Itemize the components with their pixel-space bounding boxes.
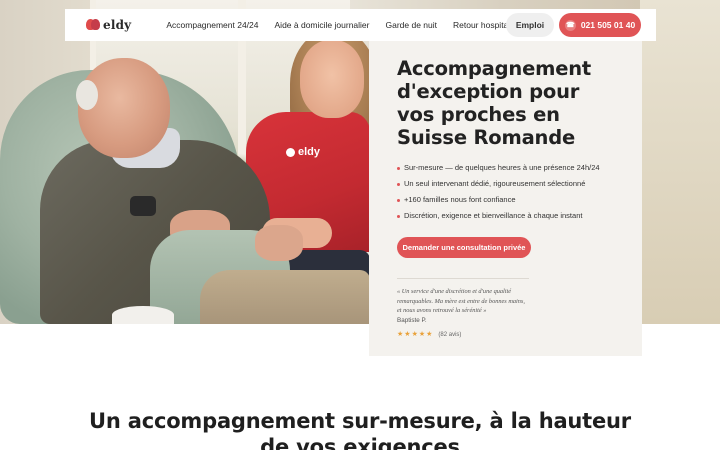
hero-bullets: Sur-mesure — de quelques heures à une pr… bbox=[397, 160, 622, 224]
bullet-dot-icon bbox=[397, 199, 400, 202]
hero-bullet: Discrétion, exigence et bienveillance à … bbox=[397, 208, 622, 224]
star-icon: ★ bbox=[411, 331, 418, 339]
photo-shirt-logo: eldy bbox=[286, 146, 320, 158]
hero-bullet: Un seul intervenant dédié, rigoureusemen… bbox=[397, 176, 622, 192]
photo-wall bbox=[640, 0, 720, 324]
shirt-logo-text: eldy bbox=[298, 146, 321, 158]
star-icon: ★ bbox=[397, 331, 404, 339]
hero-bullet: +160 familles nous font confiance bbox=[397, 192, 622, 208]
rating-stars: ★ ★ ★ ★ ★ bbox=[397, 331, 432, 338]
emploi-button[interactable]: Emploi bbox=[506, 13, 554, 37]
nav-link-aide-domicile[interactable]: Aide à domicile journalier bbox=[275, 20, 370, 30]
hero-bullet: Sur-mesure — de quelques heures à une pr… bbox=[397, 160, 622, 176]
star-icon: ★ bbox=[418, 331, 426, 339]
photo-cup bbox=[112, 306, 174, 324]
photo-caregiver-face bbox=[300, 40, 364, 118]
phone-button[interactable]: ☎ 021 505 01 40 bbox=[559, 13, 641, 37]
divider bbox=[397, 278, 529, 279]
consultation-cta-button[interactable]: Demander une consultation privée bbox=[397, 237, 531, 258]
hero-bullet-text: +160 familles nous font confiance bbox=[404, 195, 516, 204]
photo-man-hand bbox=[255, 225, 303, 261]
bullet-dot-icon bbox=[397, 183, 400, 186]
star-icon: ★ bbox=[426, 331, 433, 339]
phone-icon: ☎ bbox=[564, 19, 576, 31]
heart-logo-icon bbox=[86, 19, 100, 31]
logo[interactable]: eldy bbox=[86, 18, 131, 32]
photo-man-hair bbox=[76, 80, 98, 110]
bullet-dot-icon bbox=[397, 215, 400, 218]
nav-links: Accompagnement 24/24 Aide à domicile jou… bbox=[166, 20, 550, 30]
phone-number: 021 505 01 40 bbox=[580, 20, 636, 30]
logo-text: eldy bbox=[103, 18, 132, 32]
shirt-logo-icon bbox=[286, 147, 295, 157]
hero-title: Accompagnement d'exception pour vos proc… bbox=[397, 57, 592, 149]
photo-watch bbox=[130, 196, 156, 216]
review-count: (82 avis) bbox=[438, 331, 462, 338]
nav-link-accompagnement[interactable]: Accompagnement 24/24 bbox=[166, 20, 258, 30]
testimonial-author: Baptiste P. bbox=[397, 316, 427, 324]
navbar: eldy Accompagnement 24/24 Aide à domicil… bbox=[65, 9, 656, 41]
photo-man-trousers bbox=[200, 270, 370, 324]
hero-card: Accompagnement d'exception pour vos proc… bbox=[369, 41, 642, 356]
testimonial-quote: « Un service d'une discrétion et d'une q… bbox=[397, 288, 525, 315]
hero-bullet-text: Sur-mesure — de quelques heures à une pr… bbox=[404, 163, 600, 172]
page: eldy eldy Accompagnement 24/24 Aide à do… bbox=[0, 0, 720, 450]
rating: ★ ★ ★ ★ ★ (82 avis) bbox=[397, 331, 622, 338]
bullet-dot-icon bbox=[397, 167, 400, 170]
hero-bullet-text: Un seul intervenant dédié, rigoureusemen… bbox=[404, 179, 586, 188]
nav-link-garde-nuit[interactable]: Garde de nuit bbox=[385, 20, 437, 30]
section-title: Un accompagnement sur-mesure, à la haute… bbox=[89, 409, 631, 450]
star-icon: ★ bbox=[404, 331, 411, 339]
hero-bullet-text: Discrétion, exigence et bienveillance à … bbox=[404, 211, 583, 220]
